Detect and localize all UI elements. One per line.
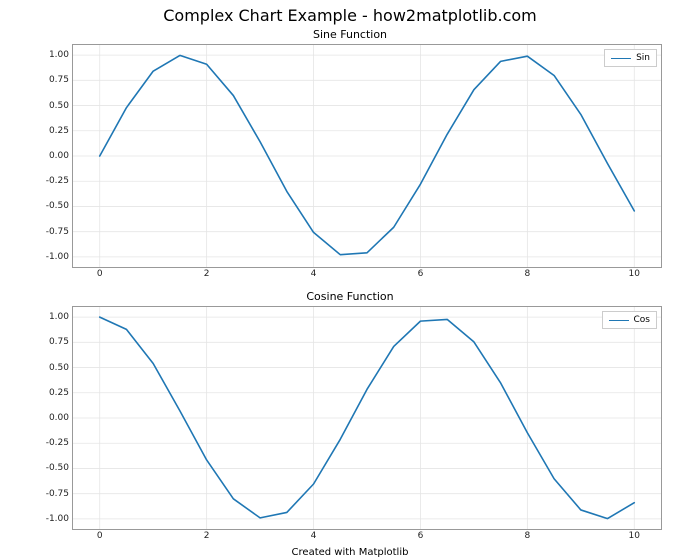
- legend-line-icon: [609, 320, 629, 321]
- legend-label: Sin: [636, 53, 650, 63]
- y-tick-label: -0.25: [46, 438, 69, 448]
- x-tick-label: 8: [524, 531, 530, 541]
- axes-cosine: Cos 0246810-1.00-0.75-0.50-0.250.000.250…: [72, 306, 662, 530]
- y-tick-label: -1.00: [46, 252, 69, 262]
- x-tick-label: 0: [97, 269, 103, 279]
- y-tick-label: 1.00: [49, 312, 69, 322]
- figure: Complex Chart Example - how2matplotlib.c…: [0, 0, 700, 560]
- y-tick-label: -0.25: [46, 176, 69, 186]
- axes-sine: Sin 0246810-1.00-0.75-0.50-0.250.000.250…: [72, 44, 662, 268]
- y-tick-label: 1.00: [49, 50, 69, 60]
- y-tick-label: 0.25: [49, 126, 69, 136]
- y-tick-label: 0.75: [49, 337, 69, 347]
- y-tick-label: -1.00: [46, 514, 69, 524]
- legend-label: Cos: [634, 315, 650, 325]
- y-tick-label: 0.50: [49, 101, 69, 111]
- subplot-title: Sine Function: [0, 28, 700, 41]
- x-tick-label: 6: [418, 269, 424, 279]
- x-tick-label: 2: [204, 269, 210, 279]
- x-tick-label: 4: [311, 531, 317, 541]
- footer-text: Created with Matplotlib: [0, 547, 700, 558]
- x-tick-label: 2: [204, 531, 210, 541]
- legend: Cos: [602, 311, 657, 329]
- x-tick-label: 10: [629, 531, 640, 541]
- x-tick-label: 8: [524, 269, 530, 279]
- y-tick-label: 0.50: [49, 363, 69, 373]
- y-tick-label: 0.75: [49, 75, 69, 85]
- y-tick-label: 0.25: [49, 388, 69, 398]
- y-tick-label: -0.75: [46, 227, 69, 237]
- x-tick-label: 10: [629, 269, 640, 279]
- figure-suptitle: Complex Chart Example - how2matplotlib.c…: [0, 6, 700, 25]
- x-tick-label: 6: [418, 531, 424, 541]
- y-tick-label: -0.50: [46, 201, 69, 211]
- legend: Sin: [604, 49, 657, 67]
- y-tick-label: -0.75: [46, 489, 69, 499]
- subplot-title: Cosine Function: [0, 290, 700, 303]
- x-tick-label: 4: [311, 269, 317, 279]
- x-tick-label: 0: [97, 531, 103, 541]
- legend-line-icon: [611, 58, 631, 59]
- y-tick-label: 0.00: [49, 413, 69, 423]
- y-tick-label: 0.00: [49, 151, 69, 161]
- y-tick-label: -0.50: [46, 463, 69, 473]
